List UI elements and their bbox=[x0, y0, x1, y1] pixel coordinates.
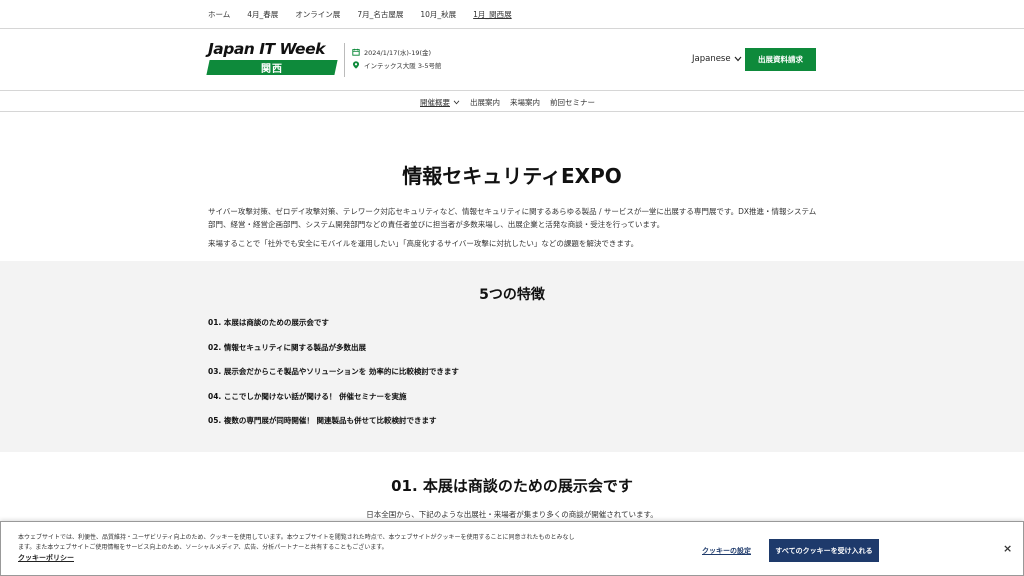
feature-item[interactable]: 03. 展示会だからこそ製品やソリューションを 効率的に比較検討できます bbox=[208, 366, 459, 391]
top-nav-item-kansai[interactable]: 1月_関西展 bbox=[473, 9, 512, 20]
top-nav-item-home[interactable]: ホーム bbox=[208, 9, 230, 20]
event-venue: インテックス大阪 3-5号館 bbox=[364, 61, 442, 70]
event-date: 2024/1/17(水)-19(金) bbox=[364, 48, 432, 57]
top-nav-item-autumn[interactable]: 10月_秋展 bbox=[420, 9, 456, 20]
event-info: 2024/1/17(水)-19(金) インテックス大阪 3-5号館 bbox=[352, 45, 442, 71]
cookie-settings-link[interactable]: クッキーの設定 bbox=[702, 546, 751, 556]
features-section: 5つの特徴 01. 本展は商談のための展示会です 02. 情報セキュリティに関す… bbox=[0, 261, 1024, 452]
site-logo[interactable]: Japan IT Week 関西 bbox=[206, 40, 338, 77]
top-nav-item-nagoya[interactable]: 7月_名古屋展 bbox=[357, 9, 403, 20]
cookie-policy-link[interactable]: クッキーポリシー bbox=[18, 553, 578, 563]
features-heading: 5つの特徴 bbox=[479, 287, 545, 303]
feature-item[interactable]: 05. 複数の専門展が同時開催！ 関連製品も併せて比較検討できます bbox=[208, 415, 459, 440]
cookie-notice: 本ウェブサイトでは、利便性、品質維持・ユーザビリティ向上のため、クッキーを使用し… bbox=[18, 533, 578, 563]
intro-paragraph-2: 来場することで「社外でも安全にモバイルを運用したい」「高度化するサイバー攻撃に対… bbox=[208, 239, 639, 248]
features-list: 01. 本展は商談のための展示会です 02. 情報セキュリティに関する製品が多数… bbox=[208, 317, 459, 440]
top-nav-item-spring[interactable]: 4月_春展 bbox=[247, 9, 278, 20]
accept-all-cookies-button[interactable]: すべてのクッキーを受け入れる bbox=[769, 539, 879, 562]
page-title: 情報セキュリティEXPO bbox=[402, 164, 622, 188]
calendar-icon bbox=[352, 48, 360, 56]
intro-text: サイバー攻撃対策、ゼロデイ攻撃対策、テレワーク対応セキュリティなど、情報セキュリ… bbox=[208, 205, 818, 250]
logo-region-band: 関西 bbox=[206, 60, 338, 75]
language-label: Japanese bbox=[692, 54, 731, 64]
feature-item[interactable]: 04. ここでしか聞けない話が聞ける！ 併催セミナーを実施 bbox=[208, 391, 459, 416]
chevron-down-icon bbox=[453, 100, 460, 105]
sub-nav-item-overview-label: 開催概要 bbox=[420, 98, 450, 107]
feature-item[interactable]: 02. 情報セキュリティに関する製品が多数出展 bbox=[208, 342, 459, 367]
sub-nav-item-exhibit[interactable]: 出展案内 bbox=[470, 97, 500, 108]
intro-paragraph-1: サイバー攻撃対策、ゼロデイ攻撃対策、テレワーク対応セキュリティなど、情報セキュリ… bbox=[208, 207, 817, 229]
logo-region: 関西 bbox=[261, 64, 283, 75]
close-icon[interactable]: × bbox=[1003, 542, 1012, 555]
header-divider bbox=[344, 43, 345, 77]
feature-item[interactable]: 01. 本展は商談のための展示会です bbox=[208, 317, 459, 342]
request-materials-button[interactable]: 出展資料請求 bbox=[745, 48, 816, 71]
top-nav-item-online[interactable]: オンライン展 bbox=[295, 9, 340, 20]
site-header: Japan IT Week 関西 2024/1/17(水)-19(金) インテッ… bbox=[0, 28, 1024, 91]
sub-nav-item-overview[interactable]: 開催概要 bbox=[420, 97, 460, 108]
top-nav: ホーム 4月_春展 オンライン展 7月_名古屋展 10月_秋展 1月_関西展 bbox=[0, 0, 1024, 28]
sub-nav: 開催概要 出展案内 来場案内 前回セミナー bbox=[0, 92, 1024, 112]
sub-nav-item-seminar[interactable]: 前回セミナー bbox=[550, 97, 595, 108]
cookie-banner: 本ウェブサイトでは、利便性、品質維持・ユーザビリティ向上のため、クッキーを使用し… bbox=[0, 521, 1024, 576]
language-selector[interactable]: Japanese bbox=[692, 54, 742, 64]
sub-nav-item-visit[interactable]: 来場案内 bbox=[510, 97, 540, 108]
chevron-down-icon bbox=[734, 56, 742, 62]
section-title: 01. 本展は商談のための展示会です bbox=[391, 477, 633, 495]
section-text: 日本全国から、下記のような出展社・来場者が集まり多くの商談が開催されています。 bbox=[366, 510, 658, 519]
cookie-notice-text: 本ウェブサイトでは、利便性、品質維持・ユーザビリティ向上のため、クッキーを使用し… bbox=[18, 534, 575, 551]
logo-title: Japan IT Week bbox=[208, 40, 325, 58]
location-pin-icon bbox=[352, 60, 360, 69]
